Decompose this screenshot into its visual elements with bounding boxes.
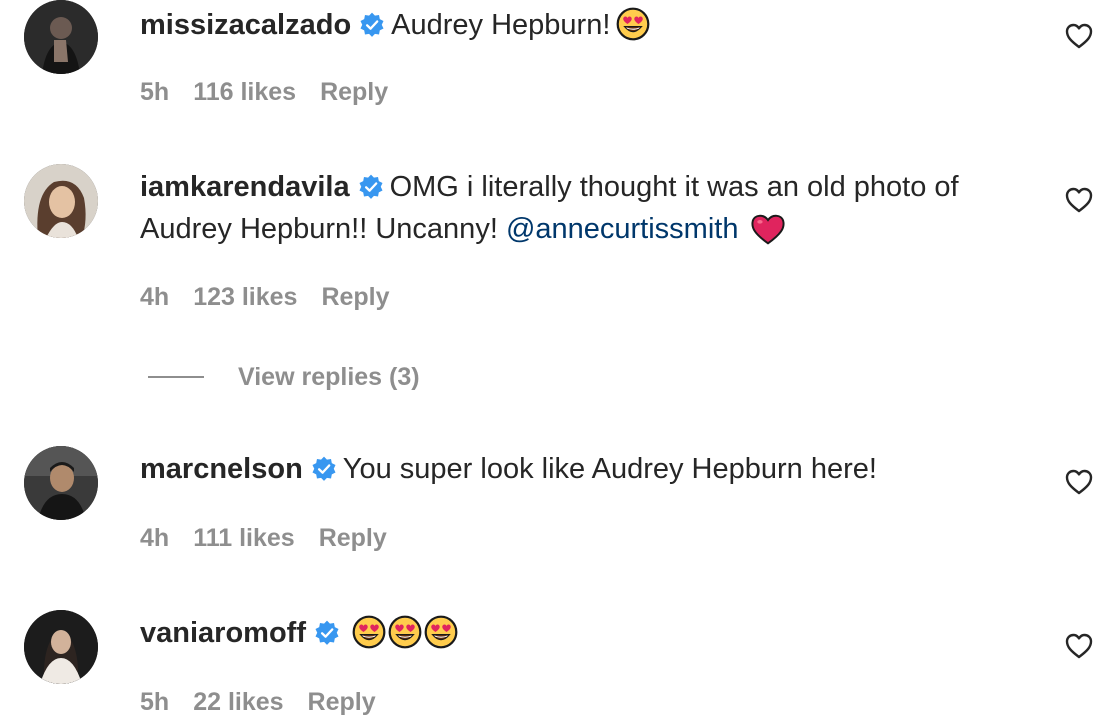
comment-body: marcnelson You super look like Audrey Hep… [140,448,1020,490]
avatar[interactable] [24,446,98,520]
comment-text: You super look like Audrey Hepburn here! [342,453,877,485]
username[interactable]: iamkarendavila [140,171,350,203]
heart-eyes-emoji-icon [424,615,458,649]
like-count[interactable]: 123 likes [193,283,297,311]
reply-button[interactable]: Reply [320,78,388,106]
username[interactable]: missizacalzado [140,9,351,41]
verified-badge-icon [314,620,340,646]
timestamp[interactable]: 4h [140,283,169,311]
comment-body: missizacalzado Audrey Hepburn! [140,4,1020,46]
verified-badge-icon [311,456,337,482]
view-replies-button[interactable]: View replies (3) [148,360,420,394]
comment-meta: 4h 123 likes Reply [140,283,414,312]
like-heart-icon[interactable] [1064,21,1094,51]
heart-eyes-emoji-icon [388,615,422,649]
avatar[interactable] [24,164,98,238]
reply-button[interactable]: Reply [308,688,376,716]
avatar[interactable] [24,610,98,684]
timestamp[interactable]: 5h [140,78,169,106]
like-heart-icon[interactable] [1064,185,1094,215]
like-count[interactable]: 22 likes [193,688,283,716]
comment-meta: 5h 116 likes Reply [140,78,412,107]
heart-eyes-emoji-icon [352,615,386,649]
view-replies-label: View replies (3) [238,362,420,391]
comment-meta: 4h 111 likes Reply [140,524,411,553]
comment-body: vaniaromoff [140,612,1020,654]
timestamp[interactable]: 4h [140,524,169,552]
username[interactable]: marcnelson [140,453,303,485]
like-heart-icon[interactable] [1064,467,1094,497]
like-count[interactable]: 116 likes [193,78,296,106]
username[interactable]: vaniaromoff [140,617,306,649]
replies-divider-line [148,376,204,378]
verified-badge-icon [358,174,384,200]
like-heart-icon[interactable] [1064,631,1094,661]
heart-eyes-emoji-icon [616,7,650,41]
comment-text: Audrey Hepburn! [391,9,611,41]
red-heart-emoji-icon [750,212,786,246]
reply-button[interactable]: Reply [321,283,389,311]
reply-button[interactable]: Reply [319,524,387,552]
like-count[interactable]: 111 likes [193,524,295,552]
comment-meta: 5h 22 likes Reply [140,688,400,717]
avatar[interactable] [24,0,98,74]
verified-badge-icon [359,12,385,38]
timestamp[interactable]: 5h [140,688,169,716]
mention-link[interactable]: @annecurtissmith [506,213,739,245]
comment-body: iamkarendavila OMG i literally thought it… [140,166,1020,250]
